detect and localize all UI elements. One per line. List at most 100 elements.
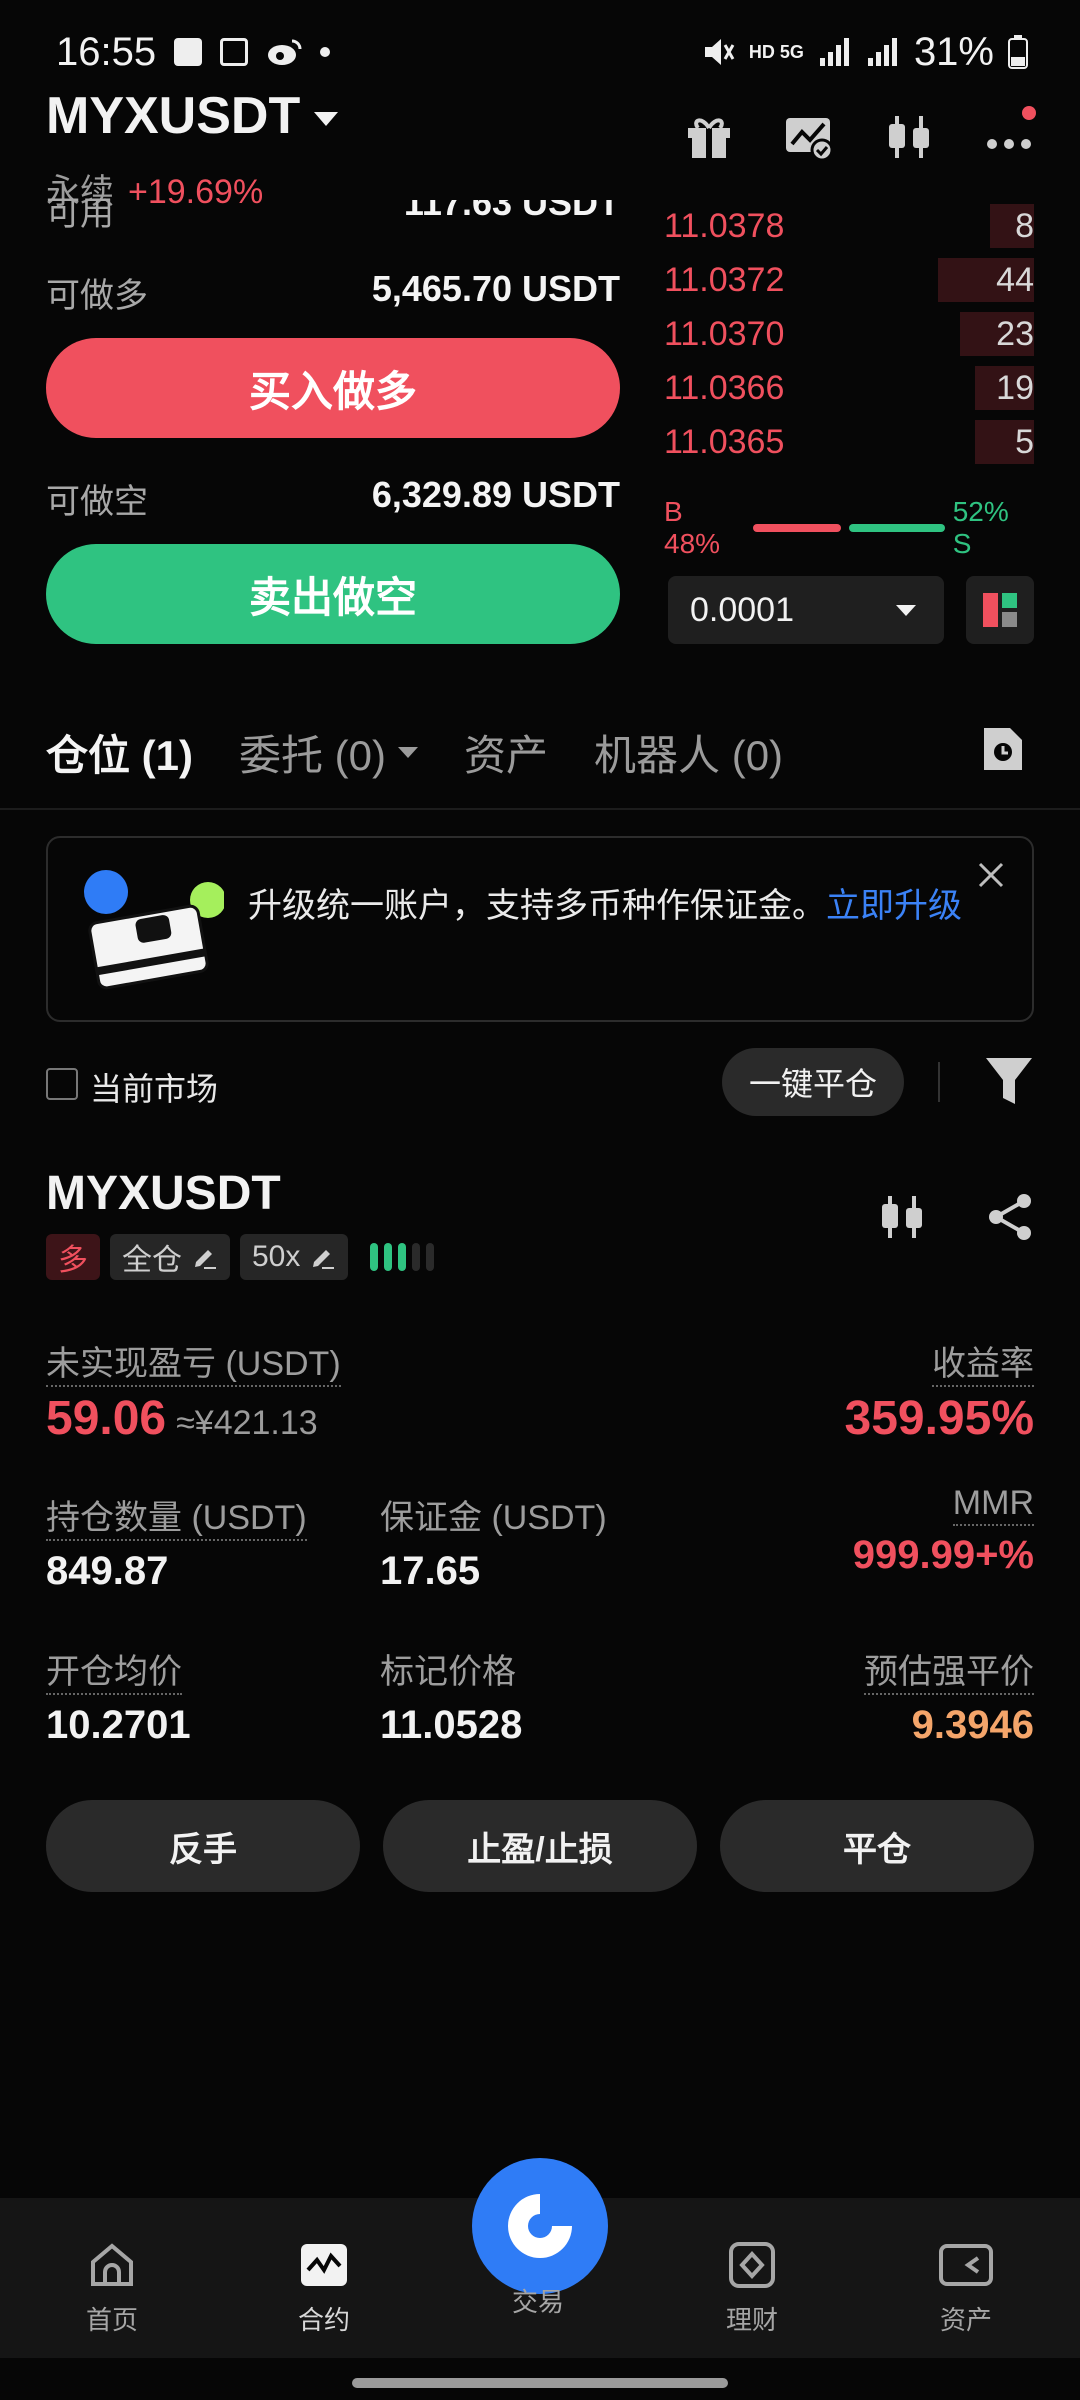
candlestick-icon[interactable] [878,1192,926,1242]
position-actions [878,1192,1034,1242]
roe-label[interactable]: 收益率 [932,1345,1034,1387]
ask-price: 11.0372 [664,260,785,299]
chevron-down-icon [314,112,339,126]
liq-price-label[interactable]: 预估强平价 [864,1653,1034,1695]
margin-mode-label: 全仓 [122,1244,182,1277]
sell-ratio-bar [849,524,945,532]
adl-segment [398,1243,407,1271]
adl-segment [370,1243,379,1271]
leverage-tag[interactable]: 50x [240,1234,349,1280]
tp-sl-button[interactable]: 止盈/止损 [383,1800,697,1892]
gift-icon[interactable] [684,112,734,162]
filter-icon[interactable] [984,1054,1034,1110]
buy-long-button[interactable]: 买入做多 [46,338,620,438]
position-tags: 多 全仓 50x [46,1234,435,1280]
precision-select[interactable]: 0.0001 [668,576,944,644]
ask-price: 11.0370 [664,314,785,353]
ask-price: 11.0366 [664,368,785,407]
mark-price-block: 标记价格 11.0528 [380,1644,522,1748]
ask-qty: 23 [996,314,1034,353]
size-label[interactable]: 持仓数量 (USDT) [46,1499,307,1541]
close-position-button[interactable]: 平仓 [720,1800,1034,1892]
can-long-label: 可做多 [46,277,148,315]
status-time: 16:55 [56,29,157,74]
share-icon[interactable] [986,1192,1034,1242]
more-icon[interactable] [984,106,1036,162]
banner-message: 升级统一账户，支持多币种作保证金。立即升级 [248,878,988,934]
orderbook-ask-row[interactable]: 11.0366 19 [664,364,1034,412]
history-button[interactable] [980,724,1026,779]
adl-segment [426,1243,435,1271]
current-market-checkbox[interactable] [46,1068,78,1100]
tab-positions[interactable]: 仓位 (1) [46,722,193,783]
trade-icon [508,2194,572,2258]
chevron-down-icon [896,604,916,616]
orderbook-ask-row[interactable]: 11.0372 44 [664,256,1034,304]
can-long-value: 5,465.70 USDT [371,268,620,309]
nav-trade-label: 交易 [511,2287,564,2317]
candlestick-icon[interactable] [884,112,934,162]
nav-assets[interactable]: 资产 [906,2240,1026,2337]
close-all-button[interactable]: 一键平仓 [722,1048,904,1116]
nav-home[interactable]: 首页 [52,2240,172,2337]
ask-qty: 19 [996,368,1034,407]
upgrade-banner: 升级统一账户，支持多币种作保证金。立即升级 [46,836,1034,1022]
tab-bots[interactable]: 机器人 (0) [594,722,783,783]
nav-futures[interactable]: 合约 [264,2240,384,2337]
battery-percent: 31% [913,29,994,74]
signal-2-icon [867,38,897,66]
tab-orders-label: 委托 (0) [239,732,387,779]
orderbook-layout-button[interactable] [966,576,1034,644]
adl-segment [412,1243,421,1271]
notification-dot [1022,106,1036,120]
unrealized-pnl-label[interactable]: 未实现盈亏 (USDT) [46,1345,341,1387]
size-value: 849.87 [46,1549,169,1593]
side-tag: 多 [46,1234,100,1280]
document-clock-icon [984,728,1022,770]
battery-icon [1008,35,1028,69]
status-bar: 16:55 HD 5G 31% [56,22,1028,82]
buy-ratio-label: B 48% [664,496,721,559]
futures-icon [301,2244,347,2286]
nav-home-label: 首页 [85,2305,138,2335]
tab-assets[interactable]: 资产 [464,722,548,783]
home-indicator[interactable] [352,2378,728,2388]
leverage-label: 50x [252,1240,301,1273]
weibo-icon [268,39,302,65]
entry-price-label[interactable]: 开仓均价 [46,1653,182,1695]
unrealized-pnl-cny: ≈¥421.13 [176,1404,318,1442]
margin-mode-tag[interactable]: 全仓 [110,1234,230,1280]
adl-indicator [370,1243,435,1271]
tab-orders[interactable]: 委托 (0) [239,722,419,783]
chart-check-icon[interactable] [784,112,834,162]
nav-trade-button[interactable] [472,2158,608,2294]
nav-earn[interactable]: 理财 [692,2240,812,2337]
banner-text: 升级统一账户，支持多币种作保证金。 [248,887,826,925]
mute-icon [704,39,735,65]
orderbook-ask-row[interactable]: 11.0365 5 [664,418,1034,466]
nav-earn-label: 理财 [725,2305,778,2335]
sell-ratio-label: 52% S [952,496,1009,559]
pair-selector[interactable]: MYXUSDT [46,86,339,146]
margin-label: 保证金 (USDT) [380,1499,607,1537]
reverse-button[interactable]: 反手 [46,1800,360,1892]
mmr-label[interactable]: MMR [952,1484,1034,1526]
pair-title: MYXUSDT [46,87,301,145]
orderbook-ask-row[interactable]: 11.0378 8 [664,202,1034,250]
earn-icon [729,2242,775,2288]
signal-icon [819,38,849,66]
sell-short-button[interactable]: 卖出做空 [46,544,620,644]
home-icon [91,2243,133,2286]
close-icon[interactable] [976,860,1006,890]
ask-qty: 8 [1015,206,1034,245]
upgrade-link[interactable]: 立即升级 [826,887,962,925]
nav-trade[interactable]: 交易 [478,2282,598,2319]
price-change: +19.69% [128,173,264,211]
mark-price-value: 11.0528 [380,1703,523,1747]
wallet-illustration-icon [84,870,224,990]
orderbook-ask-row[interactable]: 11.0370 23 [664,310,1034,358]
ask-qty: 44 [996,260,1034,299]
chevron-down-icon [398,747,419,758]
header-actions [684,106,1036,162]
liq-price-value: 9.3946 [911,1703,1034,1747]
